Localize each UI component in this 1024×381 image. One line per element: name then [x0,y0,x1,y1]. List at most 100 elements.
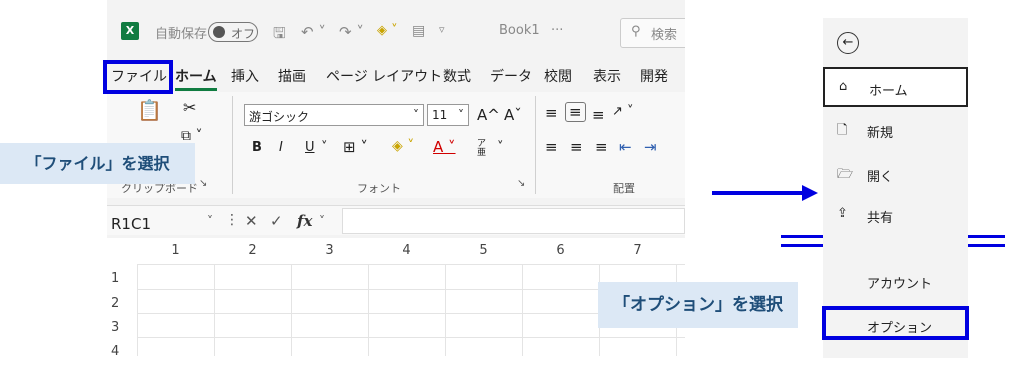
column-header[interactable]: 4 [368,238,445,264]
cancel-icon[interactable]: ✕ [245,212,258,230]
search-label: 検索 [651,28,678,43]
title-bar: X 自動保存 オフ 🖫 ↶ ˅ ↷ ˅ ◈ ˅ ▤ ▿ Book1 ··· ⚲ … [107,18,685,48]
file-menu-new[interactable]: 🗋 新規 [823,111,968,149]
font-group-label: フォント [357,182,401,195]
new-file-icon: 🗋 [837,123,848,138]
file-name: Book1 [499,23,540,38]
group-divider [232,96,233,194]
tab-insert[interactable]: 挿入 [231,66,259,86]
chevron-down-icon: ˅ [458,108,464,122]
more-icon[interactable]: ⋮ [225,212,239,228]
tab-view[interactable]: 表示 [593,66,621,86]
font-launcher-icon[interactable]: ↘ [517,178,525,189]
autosave-toggle[interactable]: オフ [208,22,258,42]
font-size-select[interactable]: 11 ˅ [427,104,469,126]
fx-dropdown-icon[interactable]: ˅ [319,214,325,228]
file-menu-new-label: 新規 [867,126,894,141]
file-menu-account[interactable]: アカウント [823,262,968,300]
file-select-callout: 「ファイル」を選択 [0,143,195,184]
save-icon[interactable]: 🖫 [273,23,286,48]
options-select-callout: 「オプション」を選択 [598,282,798,328]
form-icon[interactable]: ▤ [412,23,425,39]
column-header[interactable]: 6 [522,238,599,264]
underline-button[interactable]: U [305,140,315,155]
align-right-icon[interactable]: ≡ [595,138,608,156]
formula-bar: R1C1 ˅ ⋮ ✕ ✓ fx ˅ [107,205,685,235]
customize-qat-icon[interactable]: ▿ [439,23,445,36]
row-header[interactable]: 2 [107,296,137,311]
autosave-state: オフ [231,27,256,41]
open-folder-icon: 🗁 [837,167,854,182]
align-center-icon[interactable]: ≡ [570,138,583,156]
align-bottom-icon[interactable]: ≡ [592,106,605,124]
underline-dropdown-icon[interactable]: ˅ [321,140,328,155]
decrease-indent-icon[interactable]: ⇤ [619,138,632,156]
tab-draw[interactable]: 描画 [278,66,306,86]
copy-icon[interactable]: ⧉ ˅ [181,128,202,144]
search-icon: ⚲ [631,24,641,39]
align-left-icon[interactable]: ≡ [545,138,558,156]
italic-button[interactable]: I [279,140,283,155]
grow-font-button[interactable]: A^ [477,106,500,124]
gridline [368,264,369,356]
back-arrow-icon[interactable]: ← [837,32,859,54]
file-menu-home[interactable]: ⌂ ホーム [823,67,968,107]
row-header[interactable]: 3 [107,320,137,335]
gridline [445,264,446,356]
tab-developer[interactable]: 開発 [640,66,668,86]
fill-color-icon[interactable]: ◈ ˅ [377,23,398,38]
column-header[interactable]: 2 [214,238,291,264]
furigana-dropdown-icon[interactable]: ˅ [497,140,504,155]
align-top-icon[interactable]: ≡ [545,104,558,122]
excel-logo: X [121,22,139,40]
row-header[interactable]: 4 [107,344,137,356]
row-header[interactable]: 1 [107,271,137,286]
furigana-button[interactable]: ア亜 [477,140,489,158]
fill-color-icon[interactable]: ◈ ˅ [392,138,414,154]
column-header[interactable]: 1 [137,238,214,264]
font-name-select[interactable]: 游ゴシック ˅ [244,104,424,126]
border-icon[interactable]: ⊞ ˅ [343,138,368,156]
tab-home[interactable]: ホーム [175,66,217,91]
cut-icon[interactable]: ✂ [183,98,196,117]
paste-icon[interactable]: 📋 [137,98,162,122]
file-tab-highlight [103,60,173,94]
enter-icon[interactable]: ✓ [270,212,283,230]
right-arrow-icon [712,185,818,201]
tab-review[interactable]: 校閲 [544,66,572,86]
align-middle-icon[interactable]: ≡ [565,102,586,122]
autosave-label: 自動保存 [155,27,208,42]
gridline [291,264,292,356]
tab-page-layout[interactable]: ページ レイアウト [326,66,442,86]
name-box[interactable]: R1C1 [111,215,151,233]
alignment-group-label: 配置 [613,182,635,195]
formula-input[interactable] [342,208,685,234]
increase-indent-icon[interactable]: ⇥ [644,138,657,156]
tab-formulas[interactable]: 数式 [443,66,471,86]
font-color-icon[interactable]: A ˅ [433,138,456,156]
column-header[interactable]: 3 [291,238,368,264]
group-divider [535,96,536,194]
orientation-icon[interactable]: ↗ ˅ [612,104,634,119]
shrink-font-button[interactable]: Aˇ [504,106,522,124]
name-box-dropdown-icon[interactable]: ˅ [207,214,213,228]
gridline [137,264,138,356]
file-menu-open[interactable]: 🗁 開く [823,155,968,193]
clipboard-launcher-icon[interactable]: ↘ [199,178,207,189]
search-box[interactable]: ⚲ 検索 [620,18,685,48]
gridline [214,264,215,356]
file-menu-share[interactable]: ⇪ 共有 [823,196,968,234]
file-name-more[interactable]: ··· [551,23,563,38]
undo-icon[interactable]: ↶ ˅ [301,23,326,41]
home-icon: ⌂ [839,79,848,94]
gridline [137,264,685,265]
column-header[interactable]: 5 [445,238,522,264]
bold-button[interactable]: B [252,140,262,155]
column-header[interactable]: 7 [599,238,676,264]
insert-function-button[interactable]: fx [297,212,312,230]
redo-icon[interactable]: ↷ ˅ [339,23,364,41]
file-menu-home-label: ホーム [869,84,908,99]
menu-bar: ファイル ホーム 挿入 描画 ページ レイアウト 数式 データ 校閲 表示 開発 [107,60,685,91]
tab-data[interactable]: データ [490,66,532,86]
toggle-knob [213,26,225,38]
